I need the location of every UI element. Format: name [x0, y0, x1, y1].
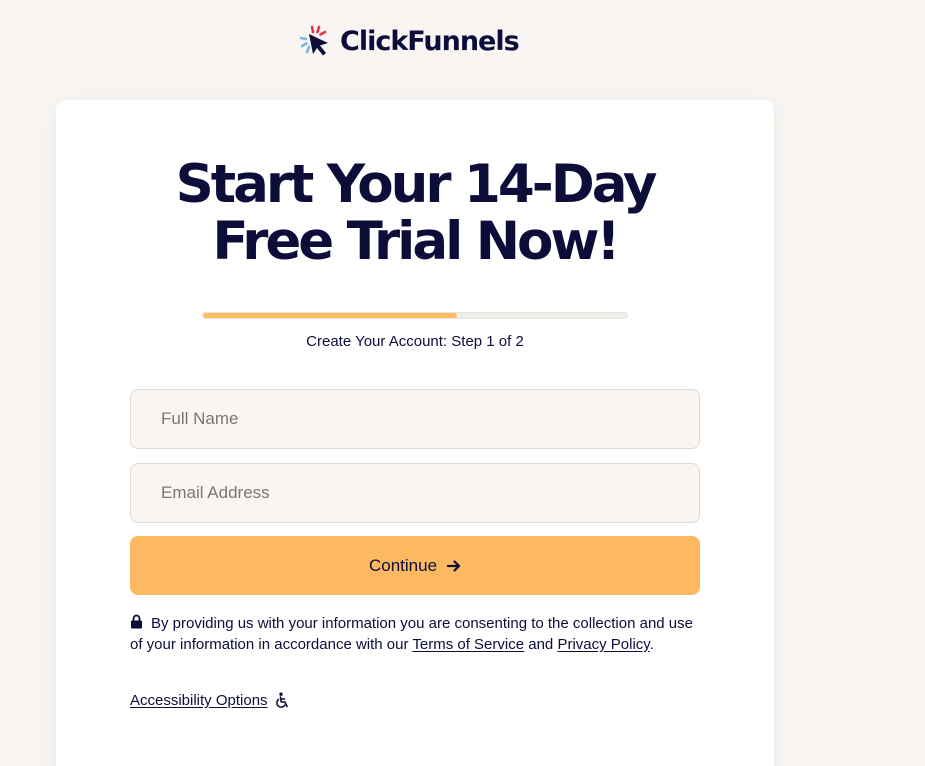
page-title: Start Your 14-Day Free Trial Now!: [56, 156, 774, 270]
consent-notice: By providing us with your information yo…: [130, 613, 705, 655]
title-line-1: Start Your 14-Day: [175, 154, 658, 215]
clickfunnels-cursor-logo-icon: [299, 25, 328, 56]
consent-text-after: .: [649, 636, 654, 653]
progress-bar: [202, 312, 628, 319]
progress-fill: [203, 313, 458, 318]
continue-button-label: Continue: [368, 555, 438, 575]
brand-name: ClickFunnels: [340, 25, 520, 57]
title-line-2: Free Trial Now!: [212, 211, 620, 272]
signup-card: Start Your 14-Day Free Trial Now! Create…: [56, 100, 774, 766]
accessibility-icon[interactable]: [274, 692, 290, 709]
lock-icon: [131, 614, 142, 629]
terms-of-service-link[interactable]: Terms of Service: [412, 636, 524, 653]
accessibility-options-link[interactable]: Accessibility Options: [130, 692, 268, 709]
full-name-input[interactable]: [130, 389, 700, 449]
email-address-input[interactable]: [130, 463, 700, 523]
consent-text-middle: and: [524, 636, 558, 653]
clickfunnels-logo[interactable]: ClickFunnels: [298, 22, 520, 60]
accessibility-options[interactable]: Accessibility Options: [130, 692, 290, 709]
signup-page: ClickFunnels Start Your 14-Day Free Tria…: [0, 0, 925, 766]
step-indicator: Create Your Account: Step 1 of 2: [306, 333, 524, 350]
arrow-right-icon: [447, 559, 461, 572]
continue-button[interactable]: Continue: [130, 536, 700, 595]
privacy-policy-link[interactable]: Privacy Policy: [557, 636, 649, 653]
